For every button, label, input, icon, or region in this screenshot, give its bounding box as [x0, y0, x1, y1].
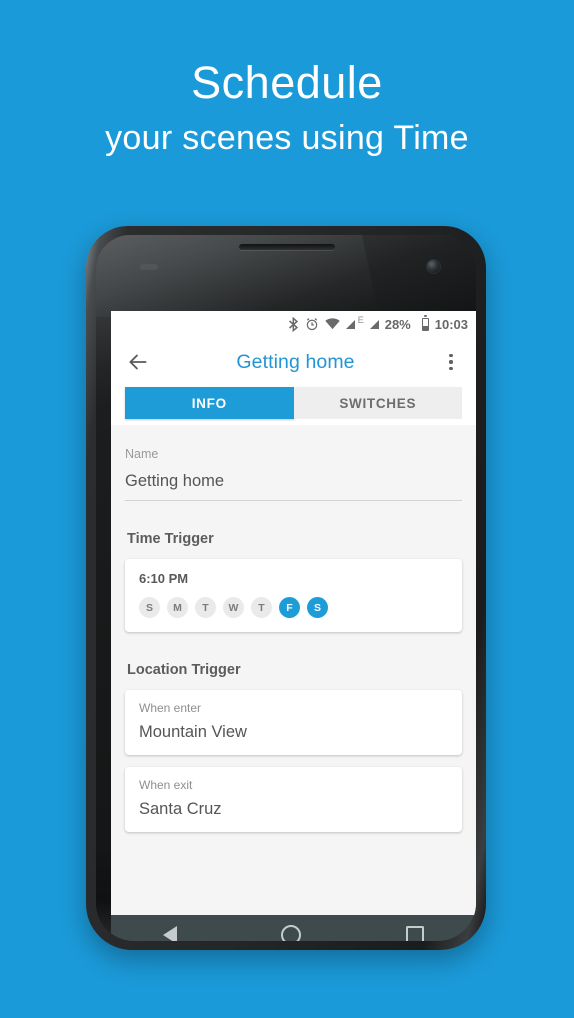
location-exit-card[interactable]: When exit Santa Cruz: [125, 767, 462, 832]
phone-screen: E 28% 10:03 Getting home INFO SWITCHES N…: [111, 311, 476, 915]
status-bar: E 28% 10:03: [111, 311, 476, 337]
app-toolbar: Getting home: [111, 337, 476, 387]
android-nav-bar: [111, 915, 476, 941]
time-trigger-card[interactable]: 6:10 PM S M T W T F S: [125, 559, 462, 632]
signal-icon: [345, 319, 355, 329]
network-type-label: E: [357, 315, 364, 325]
day-chip-saturday[interactable]: S: [307, 597, 328, 618]
earpiece-speaker: [239, 244, 335, 250]
day-chip-friday[interactable]: F: [279, 597, 300, 618]
time-trigger-title: Time Trigger: [127, 531, 214, 547]
day-chip-monday[interactable]: M: [167, 597, 188, 618]
tab-bar: INFO SWITCHES: [111, 387, 476, 425]
location-enter-value: Mountain View: [139, 723, 247, 741]
battery-icon: [417, 314, 429, 331]
battery-percent-label: 28%: [384, 316, 411, 332]
promo-headline: Schedule your scenes using Time: [0, 58, 574, 161]
proximity-sensor: [140, 264, 158, 270]
location-exit-value: Santa Cruz: [139, 800, 222, 818]
phone-mockup: E 28% 10:03 Getting home INFO SWITCHES N…: [86, 226, 486, 950]
page-title: Getting home: [236, 350, 355, 373]
signal-icon-2: [369, 319, 379, 329]
info-tab-content: Name Getting home Time Trigger 6:10 PM S…: [111, 425, 476, 915]
phone-bezel: E 28% 10:03 Getting home INFO SWITCHES N…: [96, 235, 476, 941]
location-enter-card[interactable]: When enter Mountain View: [125, 690, 462, 755]
time-trigger-time: 6:10 PM: [139, 571, 189, 586]
nav-home-icon[interactable]: [281, 925, 302, 941]
location-exit-label: When exit: [139, 778, 193, 792]
promo-title: Schedule: [191, 57, 383, 108]
back-arrow-icon[interactable]: [125, 349, 151, 375]
overflow-menu-icon[interactable]: [440, 353, 462, 371]
nav-back-icon[interactable]: [163, 926, 178, 941]
name-field[interactable]: Name Getting home: [125, 425, 462, 501]
front-camera: [427, 260, 440, 273]
wifi-icon: [324, 318, 340, 330]
name-field-value[interactable]: Getting home: [125, 472, 462, 501]
nav-recents-icon[interactable]: [405, 926, 424, 941]
tab-switches[interactable]: SWITCHES: [293, 387, 462, 419]
location-enter-label: When enter: [139, 701, 202, 715]
day-chip-wednesday[interactable]: W: [223, 597, 244, 618]
day-selector: S M T W T F S: [139, 597, 448, 618]
bluetooth-icon: [288, 316, 299, 332]
day-chip-sunday[interactable]: S: [139, 597, 160, 618]
day-chip-thursday[interactable]: T: [251, 597, 272, 618]
day-chip-tuesday[interactable]: T: [195, 597, 216, 618]
status-bar-clock: 10:03: [434, 316, 468, 332]
location-trigger-title: Location Trigger: [127, 662, 241, 678]
alarm-clock-icon: [305, 317, 319, 331]
tab-info[interactable]: INFO: [125, 387, 294, 419]
name-field-label: Name: [125, 447, 159, 461]
promo-subtitle: your scenes using Time: [105, 118, 469, 157]
